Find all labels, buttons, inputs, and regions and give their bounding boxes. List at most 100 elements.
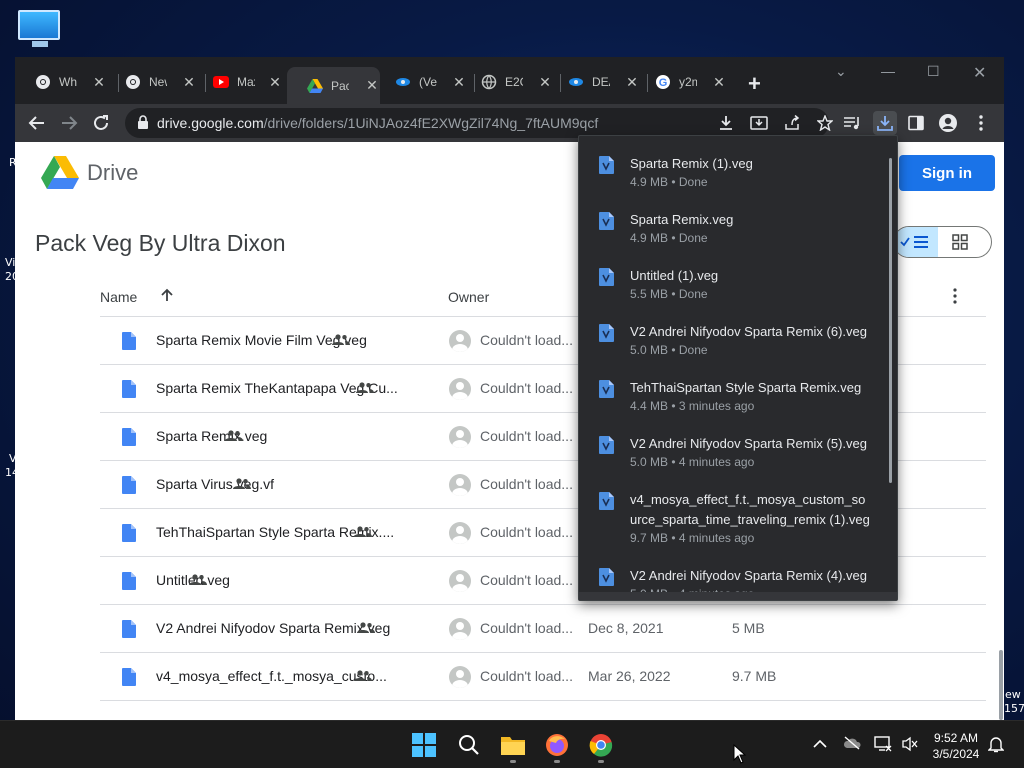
chrome-menu-icon[interactable] — [970, 112, 992, 134]
download-page-icon[interactable] — [715, 112, 737, 134]
desktop-edge-text: Vi — [5, 256, 16, 269]
file-icon — [122, 476, 136, 499]
shared-people-icon — [189, 573, 207, 591]
tab-search-icon[interactable]: ⌄ — [835, 63, 847, 80]
owner-text: Couldn't load... — [480, 572, 573, 588]
url-host: drive.google.com — [157, 115, 264, 131]
tab-deamcast[interactable]: DEA ✕ — [548, 67, 640, 97]
file-row[interactable]: V2 Andrei Nifyodov Sparta Remix.veg Could… — [100, 605, 986, 653]
owner-avatar — [449, 378, 471, 400]
veg-file-icon — [599, 268, 615, 291]
tab-strip: Wha ✕ New ✕ Max ✕ Pack ✕ — [15, 57, 1004, 104]
url-path: /drive/folders/1UiNJAoz4fE2XWgZil74Ng_7f… — [263, 115, 599, 131]
owner-text: Couldn't load... — [480, 428, 573, 444]
owner-avatar — [449, 330, 471, 352]
tab-youtube[interactable]: Max ✕ — [193, 67, 283, 97]
tab-new-tab[interactable]: New ✕ — [105, 67, 197, 97]
taskbar: 9:52 AM 3/5/2024 — [0, 720, 1024, 768]
close-tab-icon[interactable]: ✕ — [711, 74, 727, 91]
firefox-icon[interactable] — [543, 731, 571, 759]
owner-text: Couldn't load... — [480, 620, 573, 636]
install-app-icon[interactable] — [748, 112, 770, 134]
back-button[interactable] — [26, 112, 48, 134]
drive-logo[interactable]: Drive — [41, 156, 138, 190]
show-hidden-icons-chevron-icon[interactable] — [813, 736, 827, 754]
google-drive-icon — [307, 78, 323, 94]
download-filename: V2 Andrei Nifyodov Sparta Remix (6).veg — [630, 324, 867, 339]
page-scrollbar[interactable] — [999, 650, 1003, 720]
youtube-icon — [213, 74, 229, 90]
grid-view-button[interactable] — [952, 234, 968, 255]
volume-muted-icon[interactable] — [901, 736, 919, 757]
minimize-button[interactable]: — — [881, 63, 895, 79]
file-row[interactable]: v4_mosya_effect_f.t._mosya_custo... Could… — [100, 653, 986, 701]
media-control-icon[interactable] — [841, 112, 863, 134]
shared-people-icon — [354, 669, 372, 687]
downloads-icon[interactable] — [873, 111, 897, 135]
chrome-icon — [125, 74, 141, 90]
windows-start-icon[interactable] — [410, 731, 438, 759]
column-header-owner[interactable]: Owner — [448, 289, 489, 305]
onedrive-icon[interactable] — [843, 736, 861, 755]
file-icon — [122, 620, 136, 643]
chrome-icon — [35, 74, 51, 90]
tab-google-drive[interactable]: Pack ✕ — [287, 67, 380, 104]
tab-y2mate[interactable]: G y2m ✕ — [635, 67, 727, 97]
tab-e2g[interactable]: E2G ✕ — [461, 67, 553, 97]
owner-text: Couldn't load... — [480, 332, 573, 348]
file-name: Sparta Virus veg.vf — [156, 476, 275, 492]
veg-file-icon — [599, 156, 615, 179]
system-clock[interactable]: 9:52 AM 3/5/2024 — [930, 730, 982, 762]
owner-avatar — [449, 570, 471, 592]
file-icon — [122, 332, 136, 355]
file-icon — [122, 572, 136, 595]
new-tab-button[interactable]: + — [748, 71, 761, 97]
downloads-scrollbar[interactable] — [889, 158, 892, 483]
modified-date: Mar 26, 2022 — [588, 668, 671, 684]
tab-deamcast-veg[interactable]: (Veg ✕ — [375, 67, 467, 97]
veg-file-icon — [599, 492, 615, 515]
sign-in-button[interactable]: Sign in — [899, 155, 995, 191]
more-options-icon[interactable] — [952, 288, 958, 309]
clock-date: 3/5/2024 — [932, 747, 980, 761]
lock-icon[interactable] — [137, 115, 149, 135]
file-name: V2 Andrei Nifyodov Sparta Remix.veg — [156, 620, 391, 636]
bookmark-star-icon[interactable] — [814, 112, 836, 134]
sort-arrow-up-icon[interactable] — [160, 288, 174, 305]
this-pc-icon[interactable] — [18, 10, 62, 50]
owner-avatar — [449, 522, 471, 544]
tab-title: New — [149, 75, 167, 89]
veg-file-icon — [599, 568, 615, 591]
download-status: 4.9 MB • Done — [630, 231, 708, 245]
chrome-taskbar-icon[interactable] — [587, 731, 615, 759]
network-icon[interactable] — [874, 736, 892, 757]
modified-date: Dec 8, 2021 — [588, 620, 664, 636]
view-toggle — [893, 226, 992, 258]
tab-whatsapp[interactable]: Wha ✕ — [15, 67, 107, 97]
file-name: v4_mosya_effect_f.t._mosya_custo... — [156, 668, 387, 684]
veg-file-icon — [599, 324, 615, 347]
search-icon[interactable] — [455, 731, 483, 759]
close-tab-icon[interactable]: ✕ — [267, 74, 283, 91]
folder-title: Pack Veg By Ultra Dixon — [35, 230, 286, 256]
list-view-button[interactable] — [894, 227, 938, 257]
deamcast-icon — [395, 74, 411, 90]
veg-file-icon — [599, 380, 615, 403]
maximize-button[interactable]: ☐ — [927, 63, 940, 80]
file-explorer-icon[interactable] — [499, 731, 527, 759]
downloads-bubble: Sparta Remix (1).veg 4.9 MB • Done Sparta … — [578, 135, 898, 601]
profile-icon[interactable] — [937, 112, 959, 134]
side-panel-icon[interactable] — [905, 112, 927, 134]
address-bar[interactable]: drive.google.com/drive/folders/1UiNJAoz4… — [125, 108, 833, 138]
forward-button[interactable] — [58, 112, 80, 134]
tab-title: (Veg — [419, 75, 437, 89]
file-size: 9.7 MB — [732, 668, 777, 684]
close-window-button[interactable]: ✕ — [973, 63, 986, 83]
shared-people-icon — [332, 333, 350, 351]
notification-bell-icon[interactable] — [987, 735, 1005, 758]
download-status: 4.4 MB • 3 minutes ago — [630, 399, 755, 413]
tab-title: E2G — [505, 75, 523, 89]
column-header-name[interactable]: Name — [100, 289, 137, 305]
reload-button[interactable] — [90, 112, 112, 134]
share-icon[interactable] — [781, 112, 803, 134]
